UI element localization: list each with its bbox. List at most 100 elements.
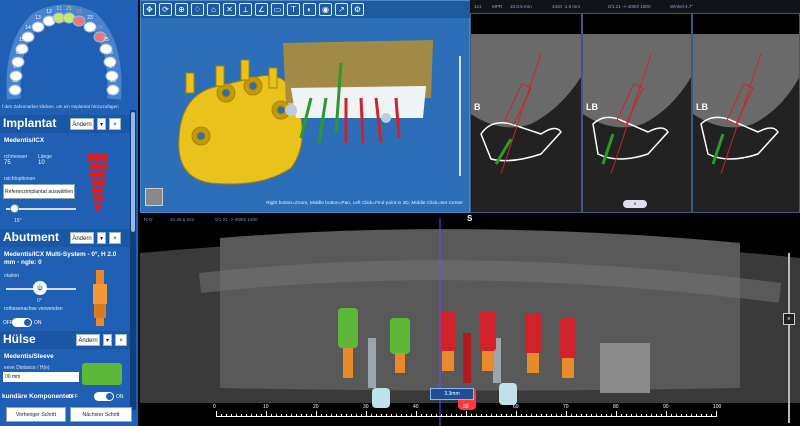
ct-pane-2-slider[interactable]: 0 (623, 200, 647, 208)
zoom-icon[interactable]: ⊕ (175, 3, 188, 16)
pano-ruler: 0 10 20 30 40 50 60 70 80 90 100 (213, 404, 746, 426)
3d-scene[interactable] (141, 18, 471, 214)
abutment-dropdown-button[interactable]: ▾ (97, 232, 106, 244)
ruler-minor-tick (296, 414, 297, 417)
tooth-number-23: 23 (87, 15, 93, 21)
jaw-model (283, 40, 433, 144)
ruler-icon[interactable]: ▭ (271, 3, 284, 16)
pano-vertical-slider[interactable] (788, 253, 790, 423)
close-icon[interactable]: ✕ (223, 3, 236, 16)
ct-label-lb-1: LB (586, 102, 598, 112)
panoramic-view[interactable]: RAY 10.28.5 mm 0/1.21 -> 4000/ 1000 S R … (140, 213, 800, 426)
3d-view-pane[interactable]: ✥ ⟳ ⊕ ♢ ⌂ ✕ ⟂ ∠ ▭ T ◐ ◉ ↗ ⚙ Right button=Zoom, Middle… (140, 0, 471, 214)
implant-angle-knob[interactable] (10, 204, 19, 213)
cross-section-panes: 1x1 MPR 10.0.5 mm 43x0 -1.0 mm 0/1.21 ->… (470, 0, 800, 213)
implant-close-button[interactable]: × (109, 118, 121, 130)
tooth-number-21: 21 (66, 6, 72, 12)
teeth-icon[interactable]: ⌂ (207, 3, 220, 16)
tooth-13[interactable] (31, 21, 45, 33)
implant-image (87, 154, 109, 214)
ruler-minor-tick (481, 414, 482, 417)
ruler-minor-tick (571, 414, 572, 417)
ruler-minor-tick (496, 414, 497, 417)
ruler-minor-tick (541, 414, 542, 417)
ct-header-2: 10.0.5 mm (510, 4, 532, 9)
ruler-tick-20: 20 (313, 404, 319, 410)
text-icon[interactable]: T (287, 3, 300, 16)
sleeve-change-button[interactable]: Ändern (76, 334, 100, 346)
ruler-minor-tick (656, 414, 657, 417)
3d-toolbar: ✥ ⟳ ⊕ ♢ ⌂ ✕ ⟂ ∠ ▭ T ◐ ◉ ↗ ⚙ (141, 1, 471, 18)
secondary-components-toggle[interactable] (94, 392, 114, 401)
ruler-minor-tick (641, 414, 642, 417)
ruler-minor-tick (676, 414, 677, 417)
tooth-18[interactable] (8, 84, 22, 96)
implant-dropdown-button[interactable]: ▾ (97, 118, 106, 130)
ruler-minor-tick (596, 414, 597, 417)
ruler-minor-tick (681, 414, 682, 417)
ruler-minor-tick (716, 411, 717, 417)
tooth-icon[interactable]: ♢ (191, 3, 204, 16)
ruler-minor-tick (516, 411, 517, 417)
ruler-minor-tick (691, 414, 692, 417)
settings-icon[interactable]: ⚙ (351, 3, 364, 16)
prothetic-axis-toggle[interactable] (12, 318, 32, 327)
abutment-close-button[interactable]: × (109, 232, 121, 244)
previous-step-button[interactable]: Vorheriger Schritt (6, 407, 66, 422)
ruler-minor-tick (561, 414, 562, 417)
eye-icon[interactable]: ◉ (319, 3, 332, 16)
ruler-minor-tick (361, 414, 362, 417)
3d-vertical-slider[interactable] (459, 56, 461, 176)
sleeve-close-button[interactable]: × (115, 334, 127, 346)
ruler-minor-tick (216, 411, 217, 417)
measure-icon[interactable]: ⟂ (239, 3, 252, 16)
tooth-22[interactable] (72, 15, 86, 27)
ruler-minor-tick (446, 414, 447, 417)
prothetic-axis-label: rothesenachse verwenden (4, 306, 63, 312)
ruler-minor-tick (321, 414, 322, 417)
abutment-product: Medentis/ICX Multi-System - 0°, H 2.0 mm… (4, 251, 117, 266)
ct-header-3: 43x0 -1.0 mm (552, 4, 581, 9)
ct-pane-3[interactable]: LB (692, 13, 800, 213)
abutment-change-button[interactable]: Ändern (70, 232, 94, 244)
ruler-minor-tick (346, 414, 347, 417)
ruler-minor-tick (566, 411, 567, 417)
rotation-knob-icon[interactable]: ψ (33, 281, 47, 295)
implant-section-header: Implantat Ändern ▾ × (0, 115, 130, 133)
ruler-minor-tick (421, 414, 422, 417)
ruler-tick-70: 70 (563, 404, 569, 410)
patient-orientation-icon[interactable] (145, 188, 163, 206)
rotate-icon[interactable]: ⟳ (159, 3, 172, 16)
ct-pane-2[interactable]: LB 0 (582, 13, 692, 213)
ruler-minor-tick (406, 414, 407, 417)
ruler-minor-tick (586, 414, 587, 417)
pano-scale-box[interactable]: 3.3mm (430, 388, 474, 400)
hide-icon[interactable]: ◐ (303, 3, 316, 16)
ruler-tick-30: 30 (363, 404, 369, 410)
rotation-label: otation (4, 273, 20, 279)
ruler-minor-tick (511, 414, 512, 417)
next-step-button[interactable]: Nächster Schritt (70, 407, 132, 422)
sleeve-distance-field[interactable]: 00 mm (3, 372, 79, 382)
abutment-image (90, 270, 110, 326)
panel-scrollbar[interactable] (130, 110, 136, 410)
reference-implant-button[interactable]: Referenzimplantat auswählen (3, 184, 75, 199)
tooth-number-28: 28 (110, 78, 116, 84)
ruler-minor-tick (396, 414, 397, 417)
pano-slider-knob[interactable]: ≡ (783, 313, 795, 325)
ct-pane-1[interactable]: B (470, 13, 582, 213)
rotation-value: 0° (37, 298, 42, 304)
secondary-components-label: kundäre Komponenten (2, 393, 73, 400)
tooth-28[interactable] (106, 84, 120, 96)
arrow-icon[interactable]: ↗ (335, 3, 348, 16)
move-icon[interactable]: ✥ (143, 3, 156, 16)
implant-change-button[interactable]: Ändern (70, 118, 94, 130)
ruler-minor-tick (221, 414, 222, 417)
tooth-number-17: 17 (13, 64, 19, 70)
angle-icon[interactable]: ∠ (255, 3, 268, 16)
ruler-minor-tick (301, 414, 302, 417)
sleeve-dropdown-button[interactable]: ▾ (103, 334, 112, 346)
tooth-23[interactable] (83, 21, 97, 33)
ruler-minor-tick (616, 411, 617, 417)
dental-arch-chart[interactable]: 13 12 11 21 22 23 14 24 15 25 16 26 17 27 18 28 (2, 4, 126, 104)
